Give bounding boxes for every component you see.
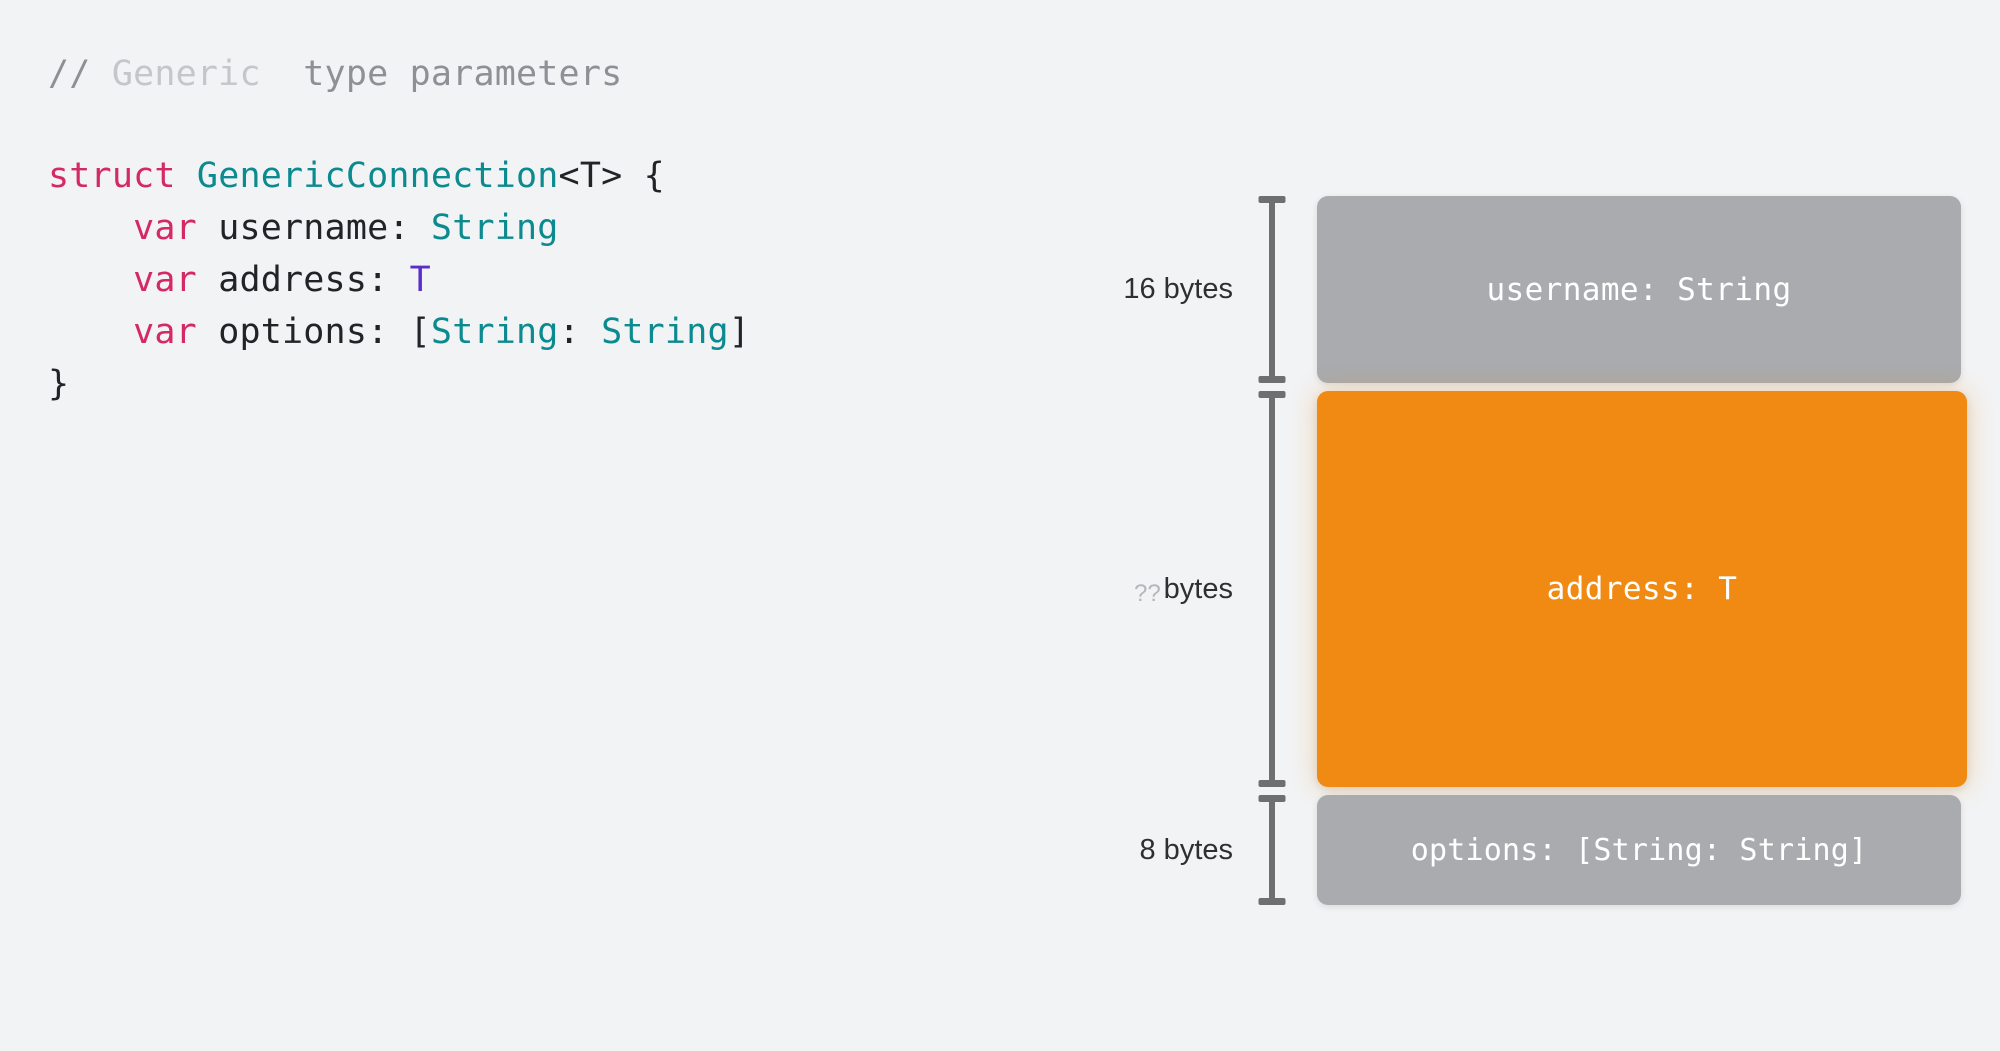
memory-block-options: options: [String: String] [1317,795,1961,905]
memory-row-options: 8 bytes options: [String: String] [1105,795,1961,905]
memory-block-label: address: T [1546,571,1738,607]
code-token: { [643,156,665,196]
code-token: GenericConnection [196,156,559,196]
code-panel: // Generic type parameters struct Generi… [48,48,868,410]
code-comment-line: // Generic type parameters [48,48,868,100]
size-label-text: 16 bytes [1123,273,1233,305]
code-line-struct-decl: struct GenericConnection<T> { [48,150,868,202]
size-bracket-username [1255,196,1289,383]
code-token: var [133,312,197,352]
comment-rest: type parameters [303,54,623,94]
unknown-size-marker: ?? [1133,580,1161,607]
size-bracket-address [1255,391,1289,787]
code-token: options: [196,312,410,352]
memory-row-username: 16 bytes username: String [1105,196,1961,383]
bracket-cap [1258,780,1286,787]
comment-faded-word: Generic [111,54,261,94]
code-line-close-brace: } [48,358,868,410]
memory-block-username: username: String [1317,196,1961,383]
bracket-cap [1258,898,1286,905]
code-token: String [430,208,559,248]
memory-block-label: options: [String: String] [1410,832,1868,868]
memory-layout-diagram: 16 bytes username: String?? bytes address: … [1105,196,1967,916]
memory-block-address: address: T [1317,391,1967,787]
slide-root: // Generic type parameters struct Generi… [0,0,2000,1051]
code-token: } [48,364,70,404]
memory-block-label: username: String [1486,271,1792,308]
size-label-text: bytes [1163,572,1233,605]
code-line-var-address: var address: T [48,254,868,306]
bracket-cap [1258,376,1286,383]
code-token: address: [196,260,410,300]
size-label-text: 8 bytes [1139,833,1234,866]
memory-row-address: ?? bytes address: T [1105,391,1967,787]
size-label-username: 16 bytes [1105,196,1255,383]
code-token: username: [196,208,431,248]
size-bracket-options [1255,795,1289,905]
code-block: struct GenericConnection<T> { var userna… [48,150,868,410]
code-token: : [558,312,602,352]
code-token: var [133,260,197,300]
code-token: ] [728,312,751,352]
code-token: T [409,260,431,300]
bracket-stem [1269,801,1275,899]
code-token: [ [409,312,431,352]
code-token: struct [48,156,176,196]
comment-slashes: // [48,54,112,94]
code-token: <T> [558,156,623,196]
bracket-stem [1269,397,1275,781]
code-token: var [133,208,197,248]
code-line-var-username: var username: String [48,202,868,254]
code-token: String [430,312,559,352]
code-token: String [601,312,729,352]
comment-gap [261,54,304,94]
bracket-stem [1269,202,1275,377]
size-label-options: 8 bytes [1105,795,1255,905]
code-line-var-options: var options: [String: String] [48,306,868,358]
size-label-address: ?? bytes [1105,391,1255,787]
